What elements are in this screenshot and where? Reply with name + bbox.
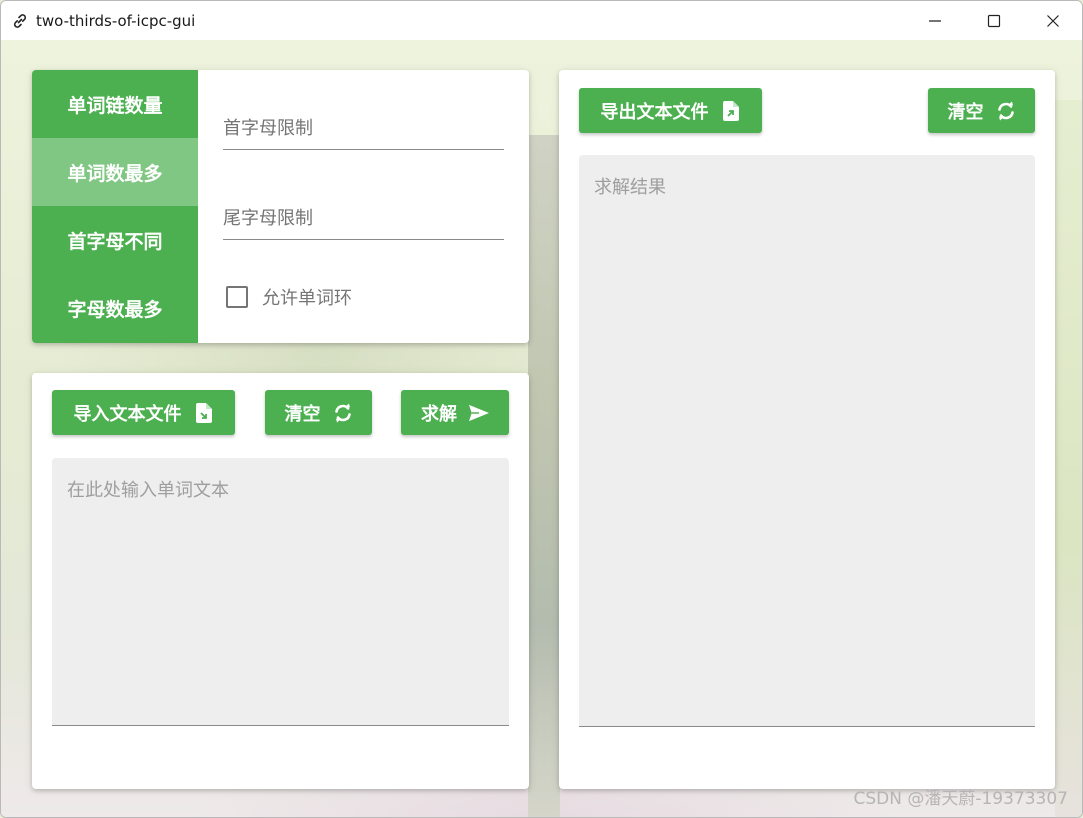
title-bar: two-thirds-of-icpc-gui (1, 1, 1082, 40)
minimize-button[interactable] (905, 1, 964, 40)
result-output-placeholder: 求解结果 (594, 177, 666, 198)
solve-label: 求解 (421, 403, 457, 425)
clear-input-button[interactable]: 清空 (265, 390, 372, 435)
import-file-label: 导入文本文件 (73, 403, 182, 425)
output-card: 导出文本文件 清空 求解结果 (559, 70, 1055, 789)
export-file-label: 导出文本文件 (600, 101, 709, 123)
maximize-icon (987, 14, 1000, 27)
field-underline (223, 239, 504, 240)
solve-button[interactable]: 求解 (401, 390, 509, 435)
clear-input-label: 清空 (284, 403, 321, 425)
result-output-textarea[interactable]: 求解结果 (579, 155, 1035, 727)
options-card: 单词链数量 单词数最多 首字母不同 字母数最多 首字母限制 尾字母限制 允许单词… (32, 70, 529, 343)
refresh-icon (333, 403, 353, 423)
background-decoration (528, 135, 560, 817)
file-import-icon (194, 402, 214, 423)
tab-chain-count[interactable]: 单词链数量 (32, 70, 198, 138)
head-letter-placeholder: 首字母限制 (223, 118, 313, 139)
tab-most-words[interactable]: 单词数最多 (32, 138, 198, 206)
refresh-icon (996, 101, 1016, 121)
mode-tabs: 单词链数量 单词数最多 首字母不同 字母数最多 (32, 70, 198, 343)
app-window: two-thirds-of-icpc-gui 单词链数量 单词数最多 首字母不同… (0, 0, 1083, 818)
input-card: 导入文本文件 清空 求解 在此处输入单词文本 (32, 373, 529, 789)
import-file-button[interactable]: 导入文本文件 (52, 390, 235, 435)
clear-output-button[interactable]: 清空 (928, 88, 1035, 133)
tab-most-letters[interactable]: 字母数最多 (32, 274, 198, 342)
maximize-button[interactable] (964, 1, 1023, 40)
word-input-placeholder: 在此处输入单词文本 (67, 480, 229, 501)
close-button[interactable] (1023, 1, 1082, 40)
tail-letter-field[interactable]: 尾字母限制 (223, 204, 504, 240)
tab-distinct-heads[interactable]: 首字母不同 (32, 206, 198, 274)
close-icon (1046, 14, 1059, 27)
file-export-icon (721, 100, 741, 121)
send-icon (469, 403, 489, 423)
word-input-textarea[interactable]: 在此处输入单词文本 (52, 458, 509, 726)
watermark-text: CSDN @潘天蔚-19373307 (853, 789, 1068, 809)
field-underline (223, 149, 504, 150)
window-title: two-thirds-of-icpc-gui (36, 11, 196, 30)
allow-cycle-checkbox[interactable] (226, 286, 248, 308)
allow-cycle-option[interactable]: 允许单词环 (226, 284, 352, 310)
allow-cycle-label: 允许单词环 (262, 288, 352, 309)
tail-letter-placeholder: 尾字母限制 (223, 208, 313, 229)
clear-output-label: 清空 (947, 101, 984, 123)
minimize-icon (928, 19, 941, 22)
link-icon (12, 12, 30, 30)
head-letter-field[interactable]: 首字母限制 (223, 114, 504, 150)
export-file-button[interactable]: 导出文本文件 (579, 88, 762, 133)
background-decoration (1055, 100, 1082, 817)
